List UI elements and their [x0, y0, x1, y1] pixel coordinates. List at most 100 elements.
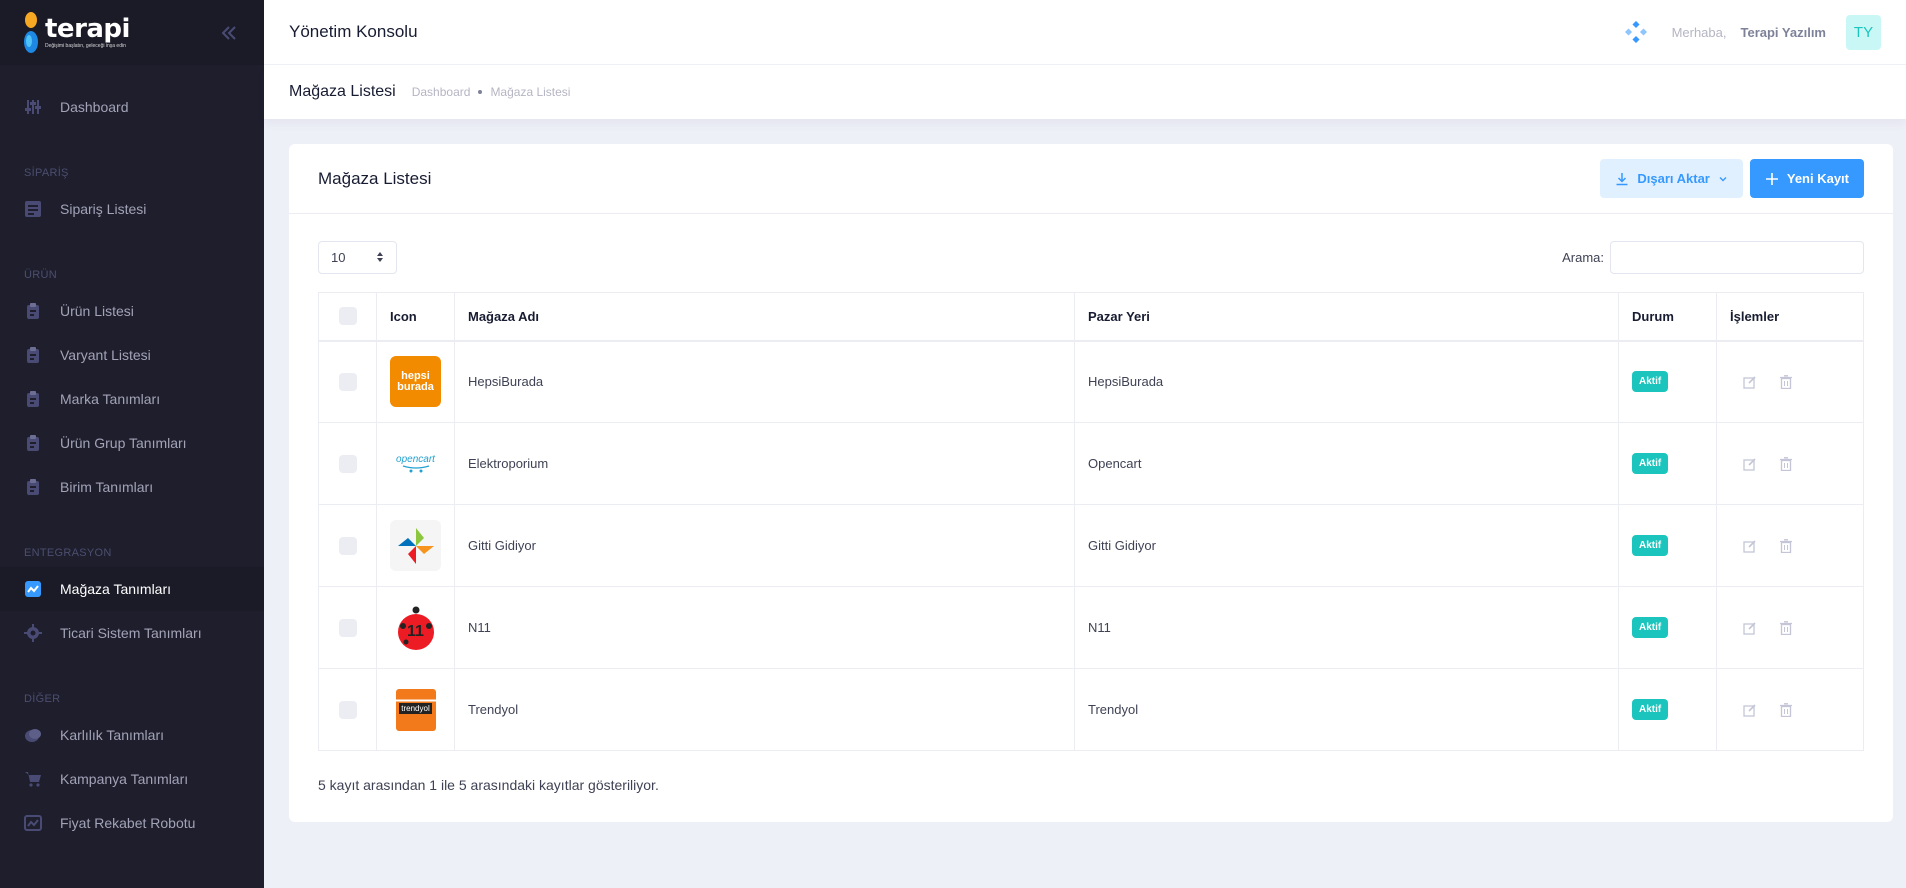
column-header-pazar[interactable]: Pazar Yeri — [1074, 292, 1619, 342]
column-header-name[interactable]: Mağaza Adı — [454, 292, 1075, 342]
edit-icon — [1743, 539, 1756, 553]
section-entegrasyon: ENTEGRASYON — [24, 547, 112, 559]
edit-icon — [1743, 376, 1756, 389]
edit-button[interactable] — [1740, 372, 1760, 392]
avatar[interactable]: TY — [1846, 14, 1881, 50]
edit-icon — [1743, 621, 1756, 635]
list-icon — [24, 200, 42, 218]
status-badge: Aktif — [1632, 453, 1669, 474]
store-name: HepsiBurada — [454, 340, 1075, 423]
user-name: Terapi Yazılım — [1740, 24, 1826, 40]
breadcrumb-dashboard[interactable]: Dashboard — [412, 85, 471, 99]
page-title: Mağaza Listesi — [289, 83, 396, 100]
store-name: Gitti Gidiyor — [454, 504, 1075, 587]
row-checkbox[interactable] — [338, 700, 357, 719]
status-badge: Aktif — [1632, 699, 1669, 720]
sidebar-item-birim-tanimlari[interactable]: Birim Tanımları — [0, 465, 264, 509]
table-row: opencart Elektroporium Opencart Aktif — [318, 422, 1864, 505]
edit-button[interactable] — [1740, 454, 1760, 474]
page-size-select[interactable]: 10 — [318, 240, 397, 274]
section-siparis: SİPARİŞ — [24, 167, 69, 179]
sidebar-item-siparis-listesi[interactable]: Sipariş Listesi — [0, 187, 264, 231]
trash-icon — [1780, 620, 1792, 635]
sidebar-item-label: Marka Tanımları — [60, 391, 161, 407]
row-checkbox[interactable] — [338, 454, 357, 473]
sidebar-menu: Dashboard SİPARİŞ Sipariş Listesi ÜRÜN Ü… — [0, 65, 264, 845]
search-input[interactable] — [1610, 240, 1864, 274]
sidebar-item-karlilik-tanimlari[interactable]: Karlılık Tanımları — [0, 713, 264, 757]
sidebar-item-urun-grup-tanimlari[interactable]: Ürün Grup Tanımları — [0, 421, 264, 465]
section-diger: DİĞER — [24, 693, 61, 705]
edit-button[interactable] — [1740, 536, 1760, 556]
marketplace: HepsiBurada — [1074, 340, 1619, 423]
new-record-label: Yeni Kayıt — [1786, 171, 1849, 186]
sidebar-item-varyant-listesi[interactable]: Varyant Listesi — [0, 333, 264, 377]
cart-icon — [24, 770, 42, 788]
delete-button[interactable] — [1776, 372, 1796, 392]
new-record-button[interactable]: Yeni Kayıt — [1749, 159, 1864, 198]
column-header-actions: İşlemler — [1716, 292, 1864, 342]
sidebar-item-label: Fiyat Rekabet Robotu — [60, 815, 196, 831]
clipboard-icon — [24, 302, 42, 320]
column-header-icon[interactable]: Icon — [376, 292, 455, 342]
sidebar-item-magaza-tanimlari[interactable]: Mağaza Tanımları — [0, 567, 264, 611]
clipboard-icon — [24, 346, 42, 364]
row-checkbox[interactable] — [338, 618, 357, 637]
sidebar-item-label: Ticari Sistem Tanımları — [60, 625, 202, 641]
coins-icon — [24, 726, 42, 744]
pinwheel-icon — [397, 527, 434, 564]
page-size-value: 10 — [331, 249, 346, 265]
delete-button[interactable] — [1776, 618, 1796, 638]
row-checkbox[interactable] — [338, 536, 357, 555]
edit-button[interactable] — [1740, 700, 1760, 720]
quick-actions-button[interactable] — [1618, 14, 1654, 50]
edit-icon — [1743, 703, 1756, 717]
export-button[interactable]: Dışarı Aktar — [1600, 159, 1743, 198]
marketplace: N11 — [1074, 586, 1619, 669]
double-chevron-left-icon — [221, 25, 236, 40]
sidebar-item-label: Birim Tanımları — [60, 479, 154, 495]
collapse-sidebar-button[interactable] — [217, 21, 241, 45]
delete-button[interactable] — [1776, 700, 1796, 720]
n11-logo-text: 11 — [407, 622, 424, 640]
table-row: trendyol Trendyol Trendyol Aktif — [318, 668, 1864, 751]
edit-button[interactable] — [1740, 618, 1760, 638]
sidebar-item-label: Mağaza Tanımları — [60, 581, 172, 597]
status-badge: Aktif — [1632, 371, 1669, 393]
breadcrumb-current[interactable]: Mağaza Listesi — [490, 85, 570, 99]
delete-button[interactable] — [1776, 536, 1796, 556]
sidebar-item-ticari-sistem-tanimlari[interactable]: Ticari Sistem Tanımları — [0, 611, 264, 655]
sidebar: terapi Değişimi başlatın, geleceği inşa … — [0, 0, 264, 888]
status-badge: Aktif — [1632, 617, 1669, 638]
export-label: Dışarı Aktar — [1637, 171, 1710, 186]
table-info: 5 kayıt arasından 1 ile 5 arasındaki kay… — [318, 777, 659, 793]
sidebar-item-dashboard[interactable]: Dashboard — [0, 85, 264, 129]
trash-icon — [1780, 538, 1792, 553]
download-icon — [1616, 172, 1628, 185]
greeting-text: Merhaba, — [1671, 24, 1727, 40]
sidebar-item-marka-tanimlari[interactable]: Marka Tanımları — [0, 377, 264, 421]
brand-tagline: Değişimi başlatın, geleceği inşa edin — [45, 43, 126, 49]
table-row: hepsi burada HepsiBurada HepsiBurada Akt… — [318, 340, 1864, 423]
search-label: Arama: — [1562, 249, 1604, 265]
brand: terapi Değişimi başlatın, geleceği inşa … — [0, 0, 264, 65]
sidebar-item-fiyat-rekabet-robotu[interactable]: Fiyat Rekabet Robotu — [0, 801, 264, 845]
row-checkbox[interactable] — [338, 372, 357, 391]
sidebar-item-kampanya-tanimlari[interactable]: Kampanya Tanımları — [0, 757, 264, 801]
marketplace: Opencart — [1074, 422, 1619, 505]
sidebar-item-urun-listesi[interactable]: Ürün Listesi — [0, 289, 264, 333]
trendyol-logo: trendyol — [390, 684, 441, 735]
store-name: Elektroporium — [454, 422, 1075, 505]
logo[interactable]: terapi Değişimi başlatın, geleceği inşa … — [23, 11, 130, 55]
trash-icon — [1780, 374, 1792, 389]
column-header-durum[interactable]: Durum — [1618, 292, 1717, 342]
sidebar-item-label: Kampanya Tanımları — [60, 771, 189, 787]
store-table: Icon Mağaza Adı Pazar Yeri Durum İşlemle… — [318, 292, 1864, 751]
trash-icon — [1780, 456, 1792, 471]
trendyol-logo-text: trendyol — [399, 702, 432, 714]
select-all-checkbox[interactable] — [338, 307, 357, 326]
sidebar-item-label: Karlılık Tanımları — [60, 727, 164, 743]
sliders-icon — [24, 98, 42, 116]
delete-button[interactable] — [1776, 454, 1796, 474]
sidebar-item-label: Ürün Listesi — [60, 303, 134, 319]
